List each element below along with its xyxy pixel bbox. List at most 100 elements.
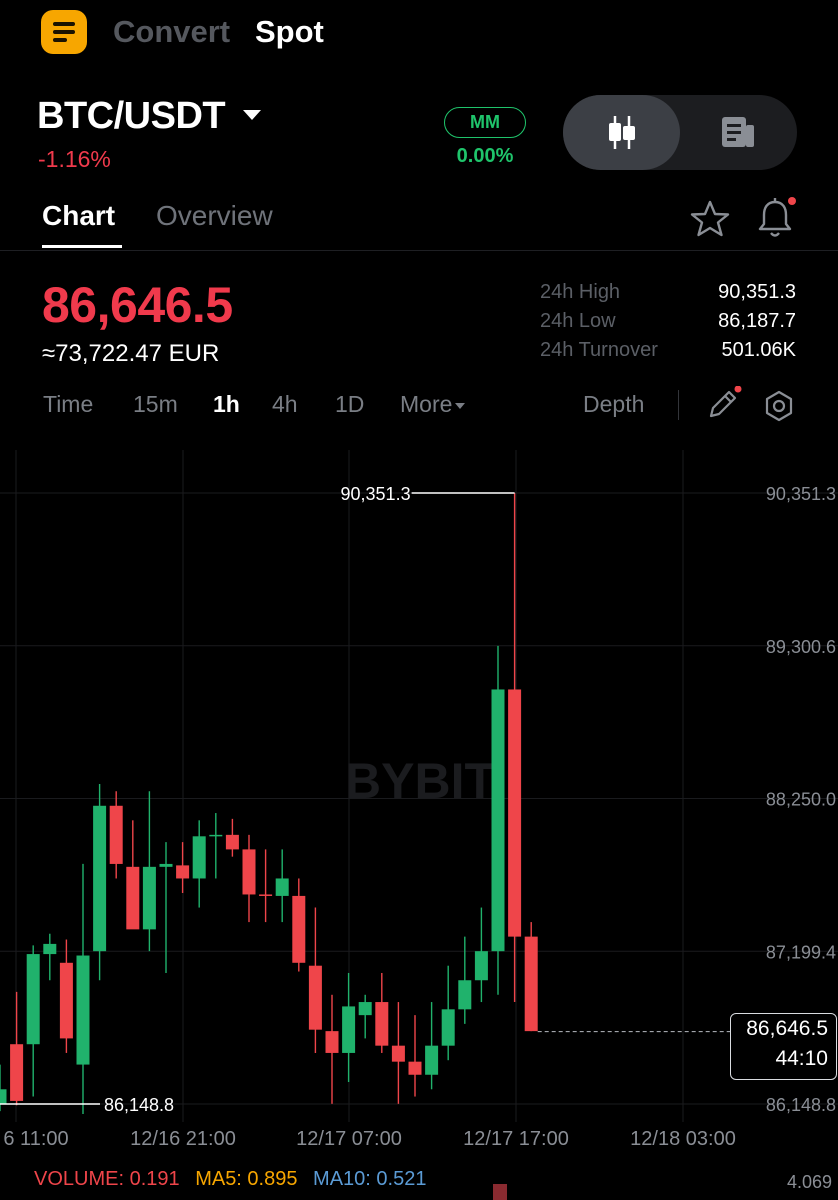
candle-body [342,1006,356,1053]
menu-icon[interactable] [41,10,87,54]
tab-chart[interactable]: Chart [42,200,115,232]
candle-body [192,836,206,879]
candle-body [109,805,123,864]
candle-body [524,936,538,1032]
candle [275,849,289,923]
candle [491,645,505,995]
price-change-percent: -1.16% [38,146,111,172]
candle-body [176,865,190,879]
candle-body [225,834,239,850]
candle [342,972,356,1083]
candle [76,863,90,1115]
depth-tab[interactable]: Depth [583,391,644,418]
bell-icon[interactable] [756,196,798,240]
watermark: BYBIT [345,753,495,809]
high-marker-label: 90,351.3 [341,484,411,504]
candlestick-chart[interactable]: 90,351.3 89,300.6 88,250.0 87,199.4 86,148.8… [0,450,838,1200]
candle-body [325,1031,339,1053]
pencil-draw-icon[interactable] [705,386,745,422]
active-tab-indicator [42,245,122,248]
candle [10,991,24,1106]
candle-body [259,894,273,896]
candle-body [43,943,57,955]
stat-label-24h-low: 24h Low [540,310,616,332]
caret-down-icon [455,402,466,409]
candle [26,945,40,1097]
candle-body [275,878,289,896]
candle-body [425,1045,439,1075]
interval-1h[interactable]: 1h [213,391,240,418]
stat-label-24h-high: 24h High [540,281,621,303]
y-axis-label: 87,199.4 [766,942,836,962]
candle [43,933,57,981]
y-axis-label: 89,300.6 [766,637,836,657]
candle-body [0,1089,7,1104]
volume-bar [493,1184,507,1200]
stat-value-24h-turnover: 501.06K [721,339,796,361]
candle [109,791,123,879]
mm-badge[interactable]: MM [444,107,526,138]
candle [93,783,107,981]
top-bar: Convert Spot [0,0,838,64]
candle-body [408,1061,422,1075]
x-axis-label: 6 11:00 [3,1128,68,1150]
star-icon[interactable] [689,199,731,239]
candle-body [59,962,73,1039]
candle [308,907,322,1053]
view-toggle [563,95,797,170]
volume-axis-max: 4.069 [786,1172,832,1192]
candle [358,994,372,1039]
volume-legend: VOLUME: 0.191 MA5: 0.895 MA10: 0.521 [34,1168,436,1191]
candle [176,842,190,894]
caret-down-icon[interactable] [243,110,261,120]
candlestick-view-button[interactable] [563,95,680,170]
x-axis-label: 12/16 21:00 [130,1128,236,1150]
candle-countdown: 44:10 [775,1047,828,1070]
ma5-value: MA5: 0.895 [195,1168,298,1190]
candle [59,939,73,1053]
candle [441,965,455,1061]
candle-body [308,965,322,1030]
settings-icon[interactable] [762,389,796,423]
current-price-tag: 86,646.5 44:10 [730,1013,837,1080]
y-axis-label: 88,250.0 [766,790,836,810]
candle [474,907,488,1003]
mm-value: 0.00% [456,145,514,167]
interval-4h[interactable]: 4h [272,391,298,418]
tab-overview[interactable]: Overview [156,200,273,232]
stat-value-24h-high: 90,351.3 [718,281,796,303]
interval-bar: Time 15m 1h 4h 1D More Depth [0,386,838,426]
candle-body [93,805,107,952]
candle-body [26,954,40,1045]
candle-body [10,1044,24,1101]
tab-convert[interactable]: Convert [113,14,230,50]
interval-more[interactable]: More [400,391,466,418]
tab-spot[interactable]: Spot [255,14,324,50]
candle-body [126,866,140,930]
notification-dot [788,197,796,205]
chart-canvas: 90,351.3 89,300.6 88,250.0 87,199.4 86,148.8… [0,450,838,1150]
news-view-button[interactable] [680,95,797,170]
news-icon [722,117,754,147]
interval-1d[interactable]: 1D [335,391,364,418]
volume-value: VOLUME: 0.191 [34,1168,180,1190]
candle-body [209,834,223,837]
candle [159,842,173,973]
divider [678,390,679,420]
pair-selector[interactable]: BTC/USDT [37,95,226,138]
candle-body [391,1045,405,1062]
x-axis-label: 12/17 17:00 [463,1128,569,1150]
candle [126,820,140,930]
notification-dot [734,386,742,393]
candle-body [491,689,505,952]
low-marker-label: 86,148.8 [104,1095,174,1115]
candle [391,1002,405,1104]
interval-time[interactable]: Time [43,391,93,418]
y-axis-label: 86,148.8 [766,1095,836,1115]
x-axis-label: 12/18 03:00 [630,1128,736,1150]
interval-more-label: More [400,391,453,417]
interval-15m[interactable]: 15m [133,391,178,418]
candle [259,849,273,923]
candle-body [441,1009,455,1046]
candle-body [358,1002,372,1016]
